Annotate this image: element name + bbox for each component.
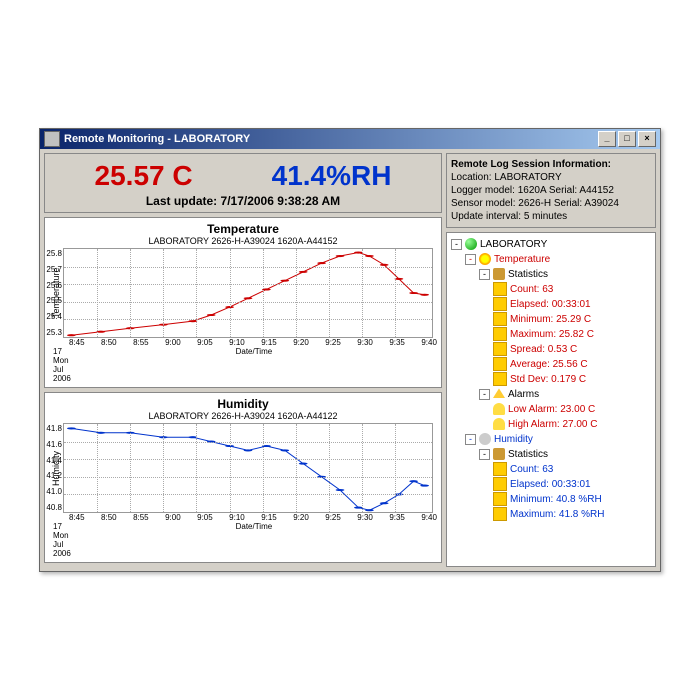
info-logger: Logger model: 1620A Serial: A44152 (451, 184, 651, 197)
stat-count[interactable]: Count: 63 (451, 282, 651, 297)
minimize-button[interactable]: _ (598, 131, 616, 147)
date-stamp-temp: 17 Mon Jul 2006 (53, 347, 71, 383)
xticks-temp: 8:458:508:559:009:059:109:159:209:259:30… (49, 338, 437, 347)
xticks-hum: 8:458:508:559:009:059:109:159:209:259:30… (49, 513, 437, 522)
stat-icon (493, 297, 507, 311)
bell-icon (493, 403, 505, 415)
collapse-icon[interactable]: - (479, 449, 490, 460)
humidity-plot[interactable]: 41.841.641.441.241.040.8 (63, 423, 433, 513)
left-pane: 25.57 C 41.4%RH Last update: 7/17/2006 9… (44, 153, 442, 567)
temperature-chart-panel: Temperature LABORATORY 2626-H-A39024 162… (44, 217, 442, 388)
stat-icon (493, 492, 507, 506)
cloud-icon (479, 433, 491, 445)
stat-average[interactable]: Average: 25.56 C (451, 357, 651, 372)
tree-panel[interactable]: -LABORATORY -Temperature -Statistics Cou… (446, 232, 656, 567)
xlabel-temp: Date/Time (71, 347, 437, 383)
stat-spread[interactable]: Spread: 0.53 C (451, 342, 651, 357)
chart-subtitle-temp: LABORATORY 2626-H-A39024 1620A-A44152 (49, 236, 437, 246)
stat-maximum-hum[interactable]: Maximum: 41.8 %RH (451, 507, 651, 522)
chart-subtitle-hum: LABORATORY 2626-H-A39024 1620A-A44122 (49, 411, 437, 421)
gear-icon (493, 268, 505, 280)
tree-humidity[interactable]: -Humidity (451, 432, 651, 447)
stat-maximum[interactable]: Maximum: 25.82 C (451, 327, 651, 342)
stat-icon (493, 477, 507, 491)
temperature-reading: 25.57 C (95, 160, 193, 192)
stat-elapsed[interactable]: Elapsed: 00:33:01 (451, 297, 651, 312)
hum-points-svg (64, 424, 432, 512)
stat-icon (493, 462, 507, 476)
collapse-icon[interactable]: - (465, 434, 476, 445)
collapse-icon[interactable]: - (451, 239, 462, 250)
yticks-temp: 25.825.725.625.525.425.3 (42, 249, 62, 337)
chart-title-temp: Temperature (49, 222, 437, 236)
right-pane: Remote Log Session Information: Location… (446, 153, 656, 567)
stat-minimum[interactable]: Minimum: 25.29 C (451, 312, 651, 327)
app-window: Remote Monitoring - LABORATORY _ □ × 25.… (39, 128, 661, 572)
yticks-hum: 41.841.641.441.241.040.8 (42, 424, 62, 512)
humidity-reading: 41.4%RH (272, 160, 392, 192)
stat-minimum-hum[interactable]: Minimum: 40.8 %RH (451, 492, 651, 507)
temp-points-svg (64, 249, 432, 337)
alarm-high[interactable]: High Alarm: 27.00 C (451, 417, 651, 432)
gear-icon (493, 448, 505, 460)
collapse-icon[interactable]: - (465, 254, 476, 265)
stat-count-hum[interactable]: Count: 63 (451, 462, 651, 477)
alarm-low[interactable]: Low Alarm: 23.00 C (451, 402, 651, 417)
humidity-chart-panel: Humidity LABORATORY 2626-H-A39024 1620A-… (44, 392, 442, 563)
stat-icon (493, 372, 507, 386)
chart-title-hum: Humidity (49, 397, 437, 411)
stat-icon (493, 357, 507, 371)
close-button[interactable]: × (638, 131, 656, 147)
app-icon (44, 131, 60, 147)
alarm-icon (493, 388, 505, 400)
stat-icon (493, 327, 507, 341)
window-title: Remote Monitoring - LABORATORY (64, 133, 250, 145)
info-header: Remote Log Session Information: (451, 158, 651, 171)
xlabel-hum: Date/Time (71, 522, 437, 558)
stat-icon (493, 282, 507, 296)
stat-icon (493, 507, 507, 521)
bell-icon (493, 418, 505, 430)
tree-root[interactable]: -LABORATORY (451, 237, 651, 252)
sun-icon (479, 253, 491, 265)
reading-panel: 25.57 C 41.4%RH Last update: 7/17/2006 9… (44, 153, 442, 213)
tree-temp-statistics[interactable]: -Statistics (451, 267, 651, 282)
info-location: Location: LABORATORY (451, 171, 651, 184)
last-update-label: Last update: 7/17/2006 9:38:28 AM (55, 194, 431, 208)
collapse-icon[interactable]: - (479, 269, 490, 280)
tree-hum-statistics[interactable]: -Statistics (451, 447, 651, 462)
session-info-panel: Remote Log Session Information: Location… (446, 153, 656, 228)
tree-temp-alarms[interactable]: -Alarms (451, 387, 651, 402)
info-interval: Update interval: 5 minutes (451, 210, 651, 223)
temperature-plot[interactable]: 25.825.725.625.525.425.3 (63, 248, 433, 338)
stat-stddev[interactable]: Std Dev: 0.179 C (451, 372, 651, 387)
stat-icon (493, 312, 507, 326)
stat-icon (493, 342, 507, 356)
collapse-icon[interactable]: - (479, 389, 490, 400)
info-sensor: Sensor model: 2626-H Serial: A39024 (451, 197, 651, 210)
titlebar[interactable]: Remote Monitoring - LABORATORY _ □ × (40, 129, 660, 149)
globe-icon (465, 238, 477, 250)
date-stamp-hum: 17 Mon Jul 2006 (53, 522, 71, 558)
maximize-button[interactable]: □ (618, 131, 636, 147)
stat-elapsed-hum[interactable]: Elapsed: 00:33:01 (451, 477, 651, 492)
tree-temperature[interactable]: -Temperature (451, 252, 651, 267)
